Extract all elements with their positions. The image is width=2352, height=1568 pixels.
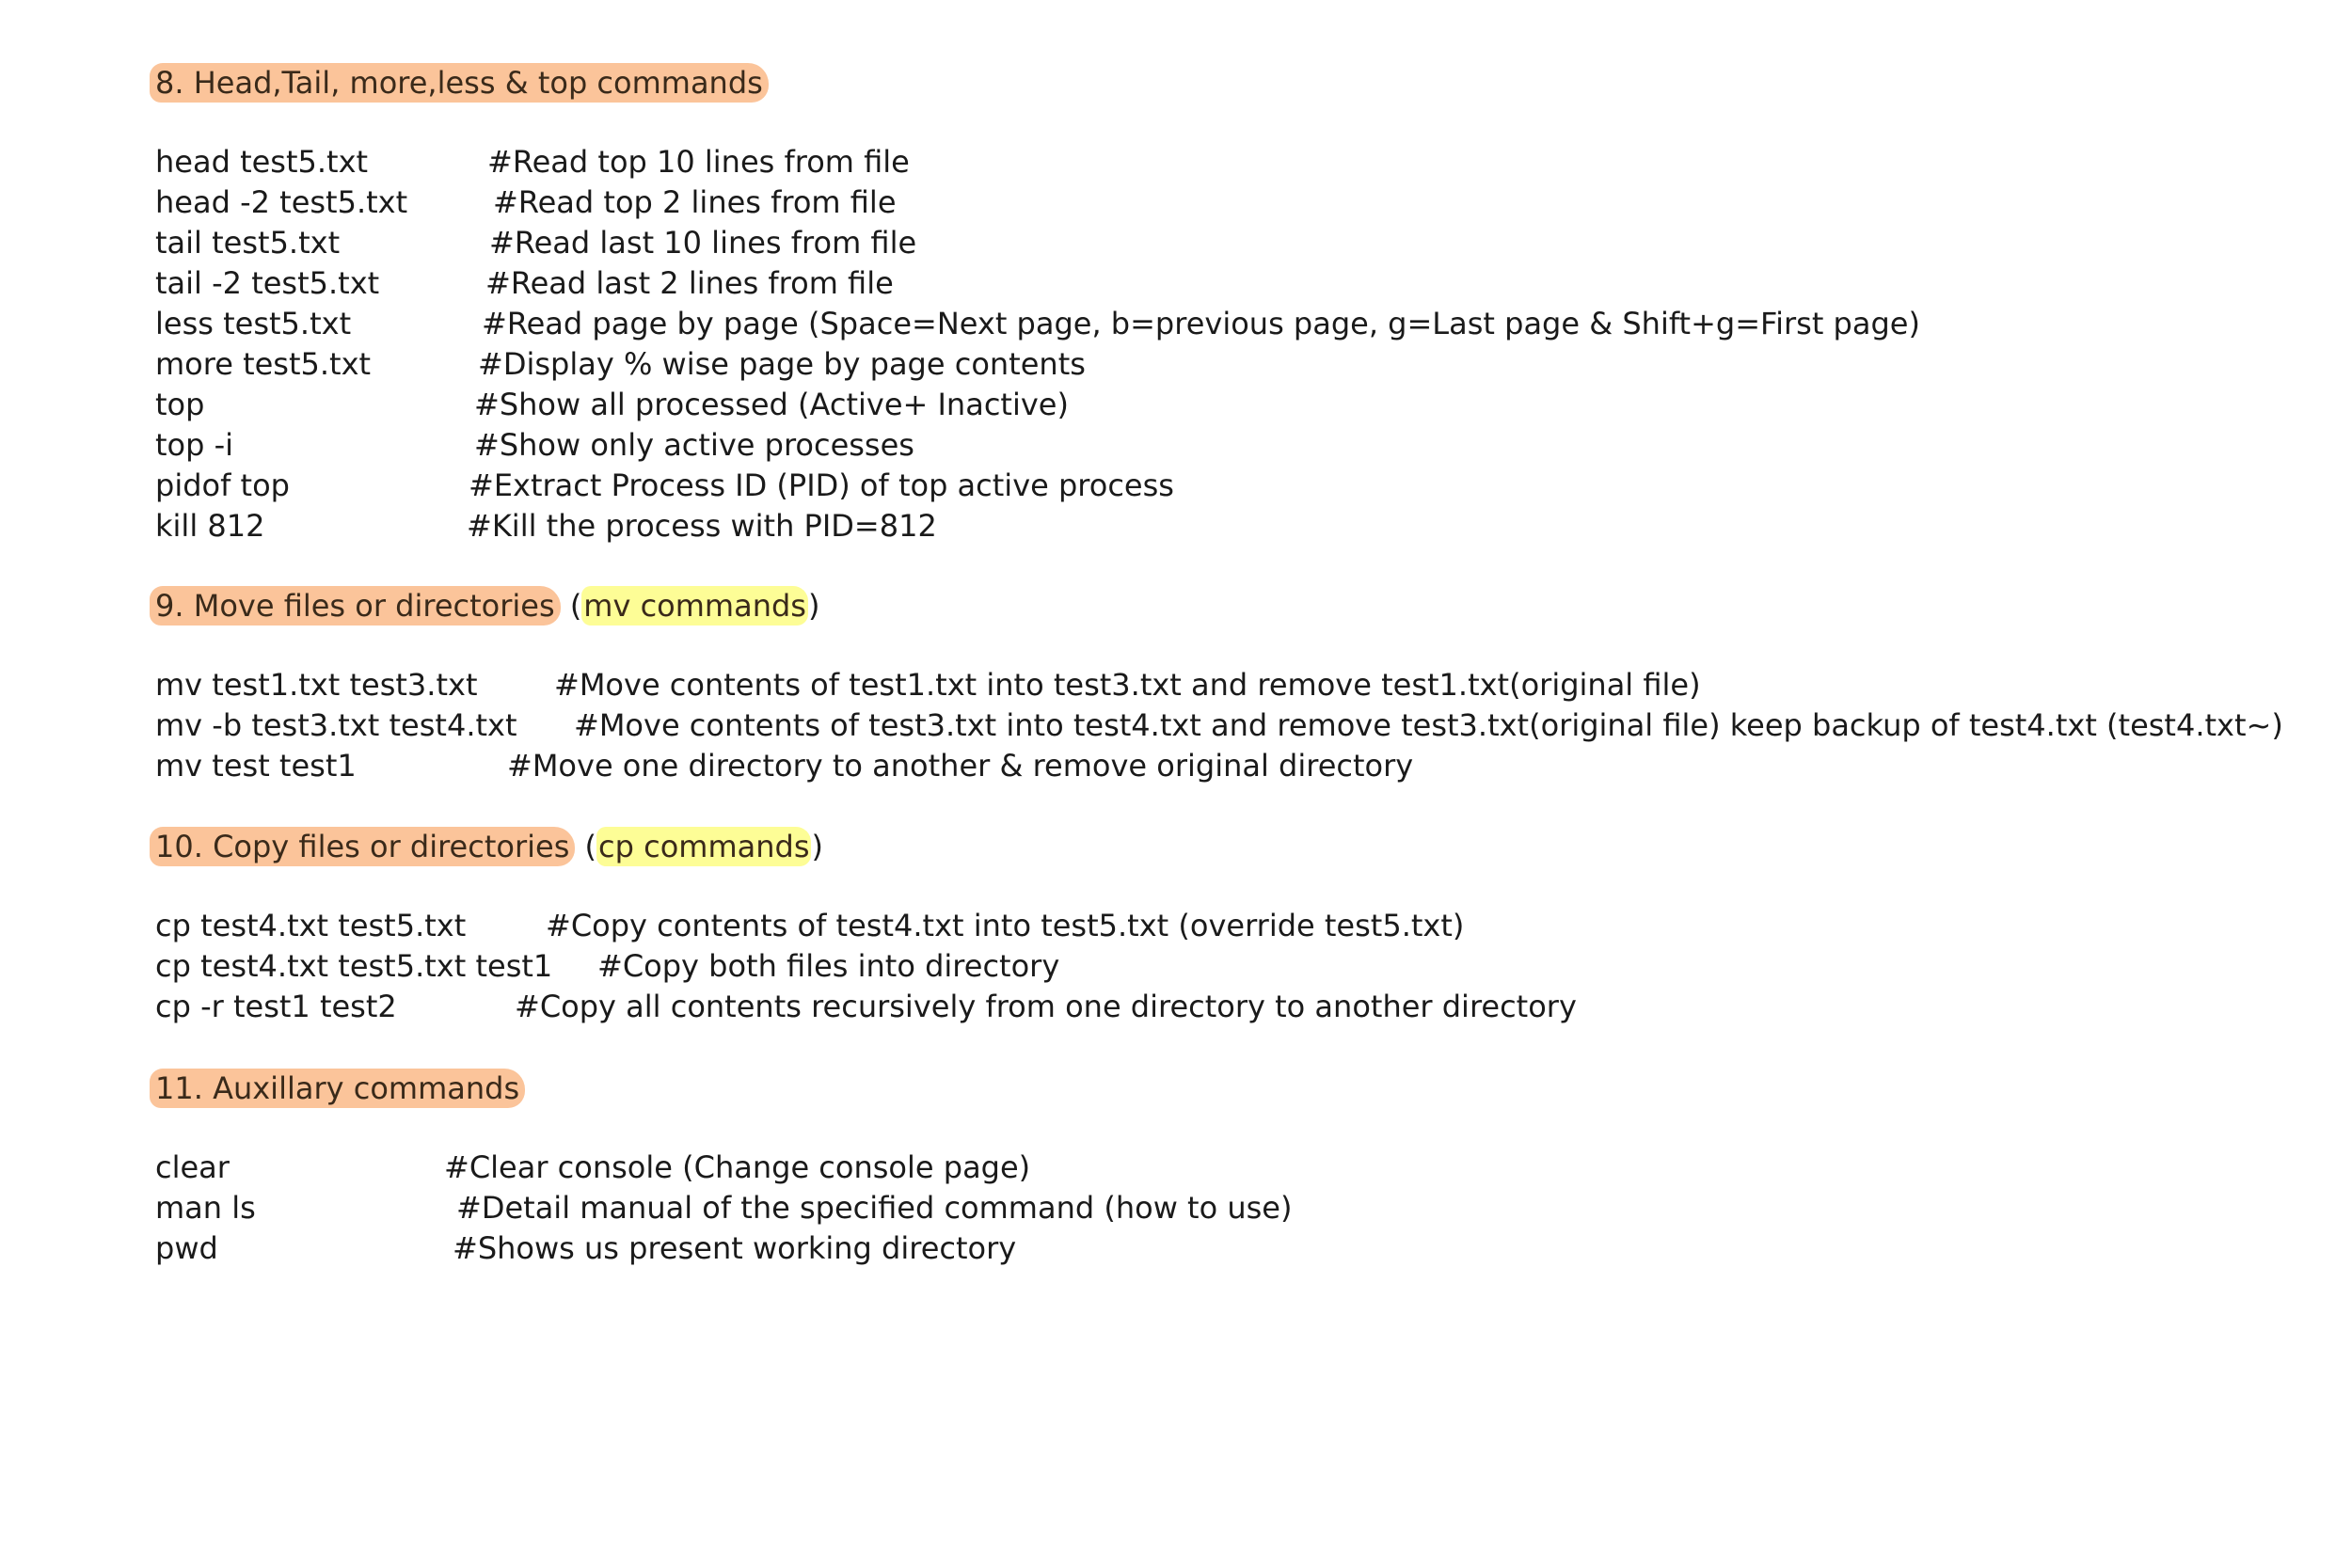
command-comment: #Copy all contents recursively from one … <box>515 989 1577 1024</box>
command-comment: #Shows us present working directory <box>453 1230 1017 1266</box>
command-text: more test5.txt <box>155 346 372 382</box>
section-10-keyword: cp commands <box>596 827 812 866</box>
command-comment: #Display % wise page by page contents <box>478 346 1086 382</box>
command-text: mv -b test3.txt test4.txt <box>155 707 517 743</box>
command-comment: #Extract Process ID (PID) of top active … <box>469 467 1174 503</box>
command-comment: #Show all processed (Active+ Inactive) <box>474 387 1069 422</box>
command-text: pwd <box>155 1230 218 1266</box>
command-text: top -i <box>155 427 234 463</box>
section-10-heading: 10. Copy files or directories (cp comman… <box>150 826 823 867</box>
command-text: cp test4.txt test5.txt <box>155 908 467 943</box>
command-comment: #Read page by page (Space=Next page, b=p… <box>482 306 1920 341</box>
command-comment: #Copy contents of test4.txt into test5.t… <box>546 908 1465 943</box>
command-comment: #Read top 2 lines from file <box>493 184 897 220</box>
section-9-keyword: mv commands <box>581 586 808 626</box>
section-11-heading: 11. Auxillary commands <box>150 1068 526 1109</box>
command-text: clear <box>155 1149 230 1185</box>
section-8-title: 8. Head,Tail, more,less & top commands <box>150 63 769 103</box>
command-text: mv test1.txt test3.txt <box>155 667 478 703</box>
command-text: mv test test1 <box>155 748 357 784</box>
section-9-title: 9. Move files or directories <box>150 586 561 626</box>
command-comment: #Move contents of test3.txt into test4.t… <box>574 707 2283 743</box>
section-10-title: 10. Copy files or directories <box>150 827 576 866</box>
command-text: cp test4.txt test5.txt test1 <box>155 948 553 984</box>
command-text: less test5.txt <box>155 306 352 341</box>
command-comment: #Read top 10 lines from file <box>487 144 910 180</box>
command-comment: #Show only active processes <box>474 427 914 463</box>
command-comment: #Read last 10 lines from file <box>489 225 917 261</box>
command-comment: #Read last 2 lines from file <box>485 265 894 301</box>
command-text: man ls <box>155 1190 256 1226</box>
command-comment: #Clear console (Change console page) <box>444 1149 1031 1185</box>
command-comment: #Copy both files into directory <box>597 948 1060 984</box>
command-comment: #Detail manual of the specified command … <box>456 1190 1293 1226</box>
command-comment: #Kill the process with PID=812 <box>467 508 937 544</box>
command-text: top <box>155 387 205 422</box>
command-text: tail -2 test5.txt <box>155 265 380 301</box>
section-8-heading: 8. Head,Tail, more,less & top commands <box>150 62 769 103</box>
command-text: kill 812 <box>155 508 265 544</box>
command-text: pidof top <box>155 467 290 503</box>
command-text: head -2 test5.txt <box>155 184 408 220</box>
command-comment: #Move one directory to another & remove … <box>507 748 1414 784</box>
command-text: tail test5.txt <box>155 225 341 261</box>
section-11-title: 11. Auxillary commands <box>150 1069 526 1108</box>
command-comment: #Move contents of test1.txt into test3.t… <box>554 667 1701 703</box>
command-text: cp -r test1 test2 <box>155 989 397 1024</box>
section-9-heading: 9. Move files or directories (mv command… <box>150 585 819 626</box>
command-text: head test5.txt <box>155 144 369 180</box>
notes-page: 8. Head,Tail, more,less & top commands h… <box>0 0 2352 1568</box>
